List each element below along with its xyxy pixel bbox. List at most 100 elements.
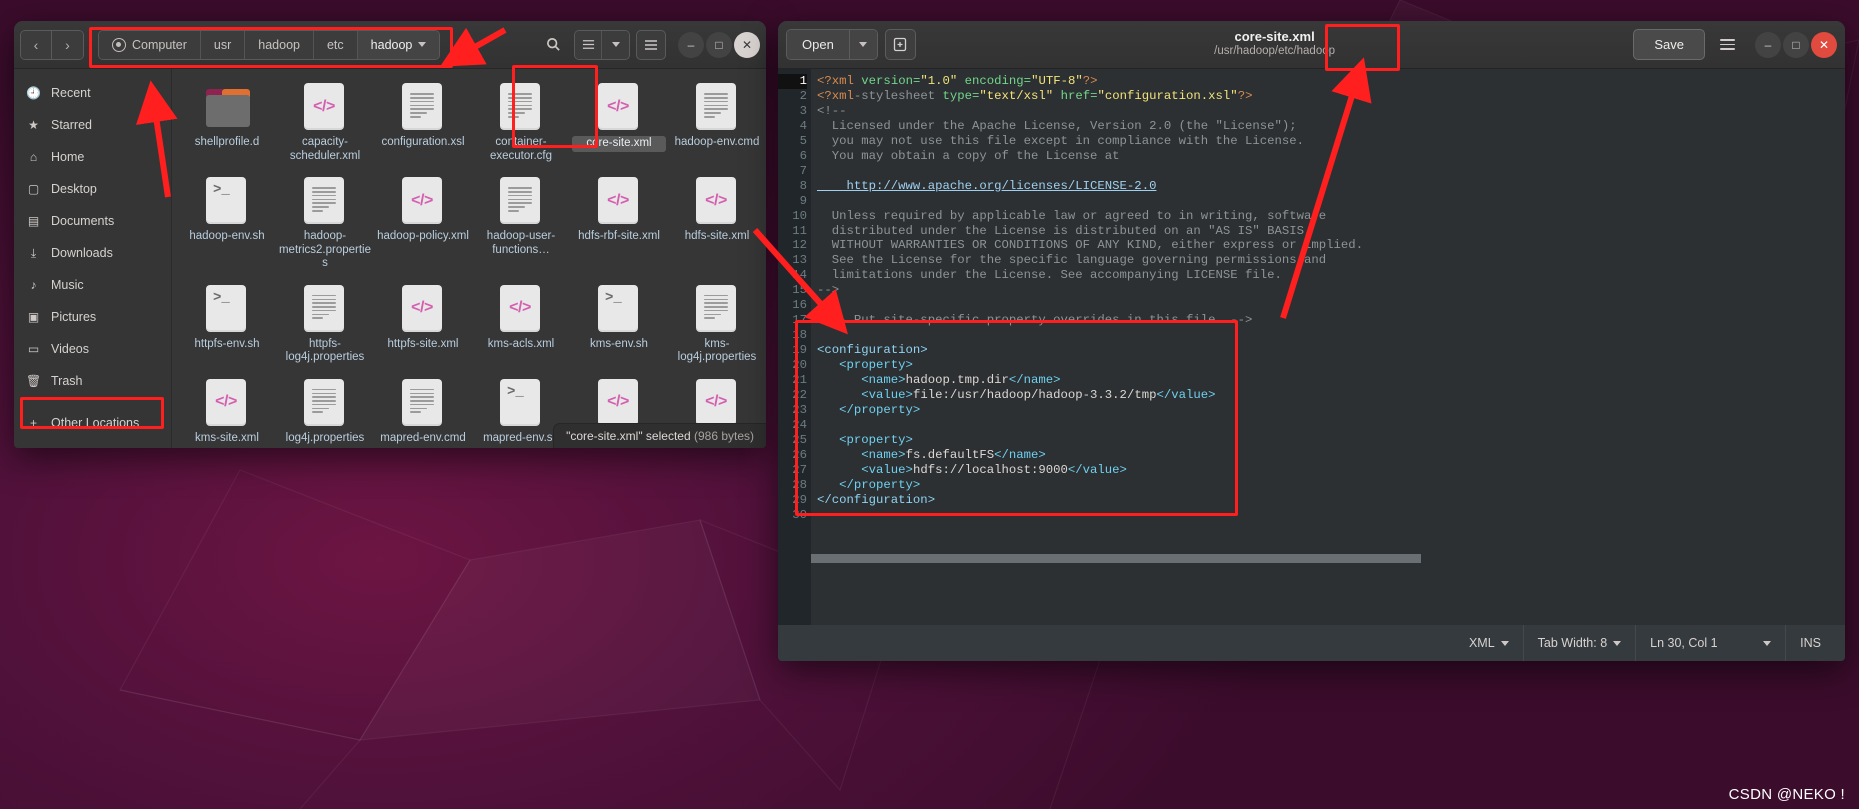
file-item-core-site-xml[interactable]: </> core-site.xml: [570, 79, 668, 169]
file-item[interactable]: hadoop-env.cmd: [668, 79, 766, 169]
breadcrumb-label: Computer: [132, 37, 187, 52]
status-bar: "core-site.xml" selected (986 bytes): [554, 424, 766, 448]
file-item[interactable]: >_ httpfs-env.sh: [178, 281, 276, 371]
chevron-down-icon: [1613, 640, 1622, 646]
list-view-icon[interactable]: [575, 30, 602, 59]
sidebar-item-starred[interactable]: ★ Starred: [14, 109, 171, 141]
file-label: capacity-scheduler.xml: [289, 136, 361, 162]
file-item[interactable]: </> httpfs-site.xml: [374, 281, 472, 371]
tab-width-selector[interactable]: Tab Width: 8: [1522, 625, 1635, 661]
sidebar-item-desktop[interactable]: ▢ Desktop: [14, 173, 171, 205]
file-item[interactable]: shellprofile.d: [178, 79, 276, 169]
chevron-down-icon[interactable]: [848, 30, 877, 59]
view-mode-group[interactable]: [574, 29, 630, 60]
sidebar-item-recent[interactable]: 🕘 Recent: [14, 77, 171, 109]
shell-file-icon: >_: [500, 378, 542, 427]
breadcrumb-label: usr: [213, 37, 232, 52]
code-editor-text[interactable]: <?xml version="1.0" encoding="UTF-8"?> <…: [811, 69, 1845, 625]
breadcrumb-item-etc[interactable]: etc: [313, 30, 358, 59]
code-file-icon: </>: [598, 83, 640, 131]
file-item[interactable]: >_ hadoop-env.sh: [178, 173, 276, 277]
save-button[interactable]: Save: [1633, 29, 1705, 60]
sidebar-item-pictures[interactable]: ▣ Pictures: [14, 301, 171, 333]
file-manager-body: 🕘 Recent ★ Starred ⌂ Home ▢ Desktop ▤ Do…: [14, 69, 766, 448]
insert-mode-indicator[interactable]: INS: [1785, 625, 1835, 661]
new-document-icon[interactable]: [884, 29, 916, 60]
text-editor-window[interactable]: Open core-site.xml /usr/hadoop/etc/hadoo…: [778, 21, 1845, 661]
file-label: kms-site.xml: [195, 431, 259, 444]
back-button[interactable]: ‹: [21, 30, 52, 59]
file-item[interactable]: </> capacity-scheduler.xml: [276, 79, 374, 169]
main-menu-icon[interactable]: [636, 29, 666, 60]
sidebar-item-music[interactable]: ♪ Music: [14, 269, 171, 301]
file-item[interactable]: </> hdfs-rbf-site.xml: [570, 173, 668, 277]
line-number: 6: [799, 148, 807, 163]
line-number: 20: [792, 358, 807, 373]
sidebar-item-label: Documents: [51, 214, 115, 228]
forward-button[interactable]: ›: [52, 30, 83, 59]
line-number: 14: [792, 268, 807, 283]
open-button[interactable]: Open: [787, 30, 849, 59]
sidebar[interactable]: 🕘 Recent ★ Starred ⌂ Home ▢ Desktop ▤ Do…: [14, 69, 172, 448]
code-file-icon: </>: [304, 83, 346, 131]
file-label: httpfs-site.xml: [387, 337, 459, 350]
close-button[interactable]: ✕: [734, 31, 760, 58]
chevron-down-icon[interactable]: [602, 30, 629, 59]
breadcrumb-item-hadoop[interactable]: hadoop: [245, 30, 314, 59]
file-item[interactable]: </> kms-site.xml: [178, 375, 276, 449]
minimize-button[interactable]: ‒: [678, 31, 704, 58]
file-item[interactable]: hadoop-metrics2.properties: [276, 173, 374, 277]
sidebar-item-videos[interactable]: ▭ Videos: [14, 333, 171, 365]
file-item[interactable]: kms-log4j.properties: [668, 281, 766, 371]
disc-icon: [112, 37, 126, 52]
horizontal-scrollbar[interactable]: [811, 554, 1845, 563]
search-icon[interactable]: [538, 30, 568, 60]
hamburger-icon[interactable]: [1712, 30, 1742, 60]
language-selector[interactable]: XML: [1455, 625, 1523, 661]
line-number: 9: [799, 193, 807, 208]
line-number: 4: [799, 118, 807, 133]
shell-file-icon: >_: [206, 284, 248, 333]
chevron-down-icon: [1500, 640, 1509, 646]
file-item[interactable]: log4j.properties: [276, 375, 374, 449]
line-number: 19: [792, 343, 807, 358]
editor-window-controls[interactable]: ‒ □ ✕: [1755, 31, 1837, 58]
editor-title-block: core-site.xml /usr/hadoop/etc/hadoop: [923, 29, 1627, 58]
maximize-button[interactable]: □: [706, 31, 732, 58]
file-label: configuration.xsl: [381, 136, 465, 148]
file-grid-area[interactable]: shellprofile.d </> capacity-scheduler.xm…: [172, 69, 766, 448]
file-label: kms-acls.xml: [487, 337, 555, 350]
file-item[interactable]: httpfs-log4j.properties: [276, 281, 374, 371]
minimize-button[interactable]: ‒: [1755, 31, 1781, 58]
sidebar-item-other-locations[interactable]: + Other Locations: [14, 407, 171, 439]
file-item[interactable]: </> hadoop-policy.xml: [374, 173, 472, 277]
file-item[interactable]: mapred-env.cmd: [374, 375, 472, 449]
close-button[interactable]: ✕: [1811, 31, 1837, 58]
breadcrumb[interactable]: Computer usr hadoop etc hadoop: [98, 29, 441, 60]
file-item[interactable]: hadoop-user-functions…: [472, 173, 570, 277]
window-controls[interactable]: ‒ □ ✕: [678, 31, 760, 58]
sidebar-item-documents[interactable]: ▤ Documents: [14, 205, 171, 237]
scrollbar-thumb[interactable]: [811, 554, 1422, 563]
file-item[interactable]: </> kms-acls.xml: [472, 281, 570, 371]
breadcrumb-label: hadoop: [370, 37, 413, 52]
breadcrumb-item-computer[interactable]: Computer: [99, 30, 201, 59]
sidebar-item-home[interactable]: ⌂ Home: [14, 141, 171, 173]
breadcrumb-item-hadoop-current[interactable]: hadoop: [357, 30, 440, 59]
open-button-group[interactable]: Open: [786, 29, 878, 60]
sidebar-item-trash[interactable]: 🗑 Trash: [14, 365, 171, 397]
editor-file-path: /usr/hadoop/etc/hadoop: [1214, 45, 1336, 58]
line-number: 28: [792, 477, 807, 492]
navigation-buttons[interactable]: ‹ ›: [20, 29, 84, 60]
maximize-button[interactable]: □: [1783, 31, 1809, 58]
line-number: 13: [792, 253, 807, 268]
file-item[interactable]: </> hdfs-site.xml: [668, 173, 766, 277]
file-item[interactable]: >_ kms-env.sh: [570, 281, 668, 371]
file-manager-window[interactable]: ‹ › Computer usr hadoop etc hadoop ‒ □ ✕…: [14, 21, 766, 448]
file-item[interactable]: configuration.xsl: [374, 79, 472, 169]
line-number: 16: [792, 298, 807, 313]
breadcrumb-item-usr[interactable]: usr: [200, 30, 246, 59]
sidebar-item-downloads[interactable]: ⤓ Downloads: [14, 237, 171, 269]
file-item[interactable]: container-executor.cfg: [472, 79, 570, 169]
cursor-position[interactable]: Ln 30, Col 1: [1635, 625, 1785, 661]
